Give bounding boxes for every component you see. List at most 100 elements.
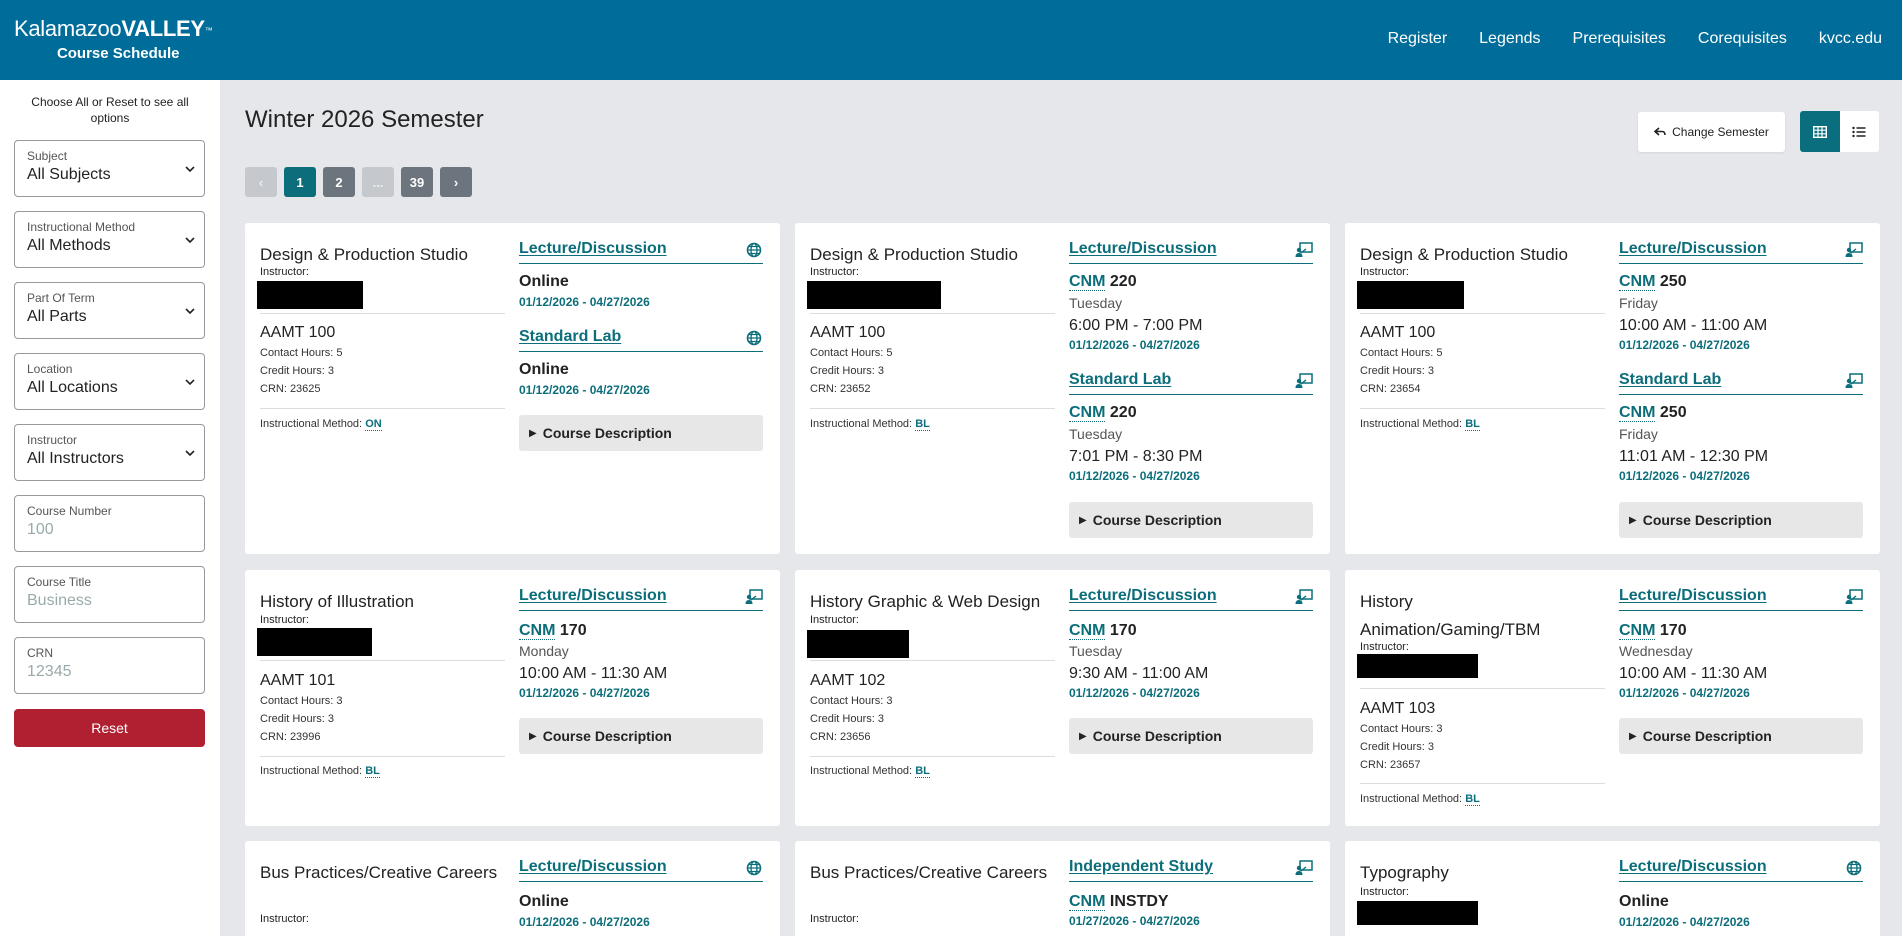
method-label: Instructional Method: [810,418,913,430]
section-header: Standard Lab [1069,371,1313,395]
crn: CRN: 23656 [810,731,871,743]
method-code-link[interactable]: BL [365,765,380,778]
cnm-abbr[interactable]: CNM [1619,273,1656,291]
course-description-toggle[interactable]: ▶ Course Description [519,718,763,754]
nav-prerequisites-link[interactable]: Prerequisites [1573,30,1666,48]
instructional-method: Instructional Method: ON [260,418,382,431]
course-title: Bus Practices/Creative Careers [260,863,498,882]
method-code-link[interactable]: ON [365,418,382,431]
course-description-toggle[interactable]: ▶ Course Description [1619,718,1863,754]
meeting-time: 11:01 AM - 12:30 PM [1619,448,1769,465]
meeting-time: 10:00 AM - 11:00 AM [1619,317,1768,334]
nav-corequisites-link[interactable]: Corequisites [1698,30,1787,48]
nav-legends-link[interactable]: Legends [1479,30,1540,48]
room-number: 170 [559,622,587,639]
method-value: All Methods [27,237,111,254]
instructor-label: Instructor: [810,614,859,626]
divider [1360,408,1605,409]
crn-field[interactable]: CRN 12345 [14,637,205,694]
course-description-toggle[interactable]: ▶ Course Description [1619,502,1863,538]
method-select[interactable]: Instructional Method All Methods [14,211,205,268]
cnm-abbr[interactable]: CNM [1619,622,1656,640]
page-2-button[interactable]: 2 [323,167,355,197]
instructor-label: Instructor [27,433,78,447]
course-card: Typography Instructor: Lecture/Discussio… [1345,841,1880,936]
view-toggle [1800,111,1879,152]
method-code-link[interactable]: BL [915,418,930,431]
section-type-link[interactable]: Standard Lab [1069,371,1171,389]
cnm-abbr[interactable]: CNM [1069,404,1106,422]
course-description-toggle[interactable]: ▶ Course Description [519,415,763,451]
cnm-abbr[interactable]: CNM [1619,404,1656,422]
page-title: Winter 2026 Semester [245,106,484,133]
section-header: Independent Study [1069,858,1313,882]
instructional-method: Instructional Method: BL [1360,793,1480,806]
part-of-term-select[interactable]: Part Of Term All Parts [14,282,205,339]
course-description-toggle[interactable]: ▶ Course Description [1069,502,1313,538]
redacted-instructor [807,630,909,658]
course-title: Bus Practices/Creative Careers [810,863,1048,882]
section-type-link[interactable]: Lecture/Discussion [1619,858,1767,876]
method-code-link[interactable]: BL [1465,793,1480,806]
section-type-link[interactable]: Lecture/Discussion [1619,587,1767,605]
section-dates: 01/27/2026 - 04/27/2026 [1069,914,1200,928]
subject-value: All Subjects [27,166,111,183]
nav-kvcc-link[interactable]: kvcc.edu [1819,30,1882,48]
list-view-button[interactable] [1840,111,1880,152]
course-title-field[interactable]: Course Title Business [14,566,205,623]
method-label: Instructional Method: [260,765,363,777]
divider [260,313,505,314]
course-title: Design & Production Studio [1360,245,1568,264]
section-type-link[interactable]: Lecture/Discussion [1069,587,1217,605]
caret-right-icon: ▶ [1079,514,1087,526]
section-type-link[interactable]: Lecture/Discussion [519,858,667,876]
kvcc-logo[interactable]: KalamazooVALLEY™ Course Schedule [14,16,213,62]
room-number: 170 [1109,622,1137,639]
method-label: Instructional Method: [1360,793,1463,805]
cnm-abbr[interactable]: CNM [1069,622,1106,640]
next-page-button[interactable]: › [440,167,472,197]
course-number-field[interactable]: Course Number 100 [14,495,205,552]
course-description-toggle[interactable]: ▶ Course Description [1069,718,1313,754]
change-semester-button[interactable]: Change Semester [1638,112,1785,152]
prev-page-button[interactable]: ‹ [245,167,277,197]
redacted-instructor [257,628,372,656]
globe-icon [1846,860,1862,876]
method-code-link[interactable]: BL [915,765,930,778]
crn: CRN: 23625 [260,383,321,395]
grid-view-button[interactable] [1800,111,1840,152]
page-1-button[interactable]: 1 [284,167,316,197]
contact-hours: Contact Hours: 5 [1360,347,1443,359]
cnm-abbr[interactable]: CNM [1069,273,1106,291]
section-type-link[interactable]: Independent Study [1069,858,1213,876]
page-39-button[interactable]: 39 [401,167,433,197]
meeting-time: 10:00 AM - 11:30 AM [1619,665,1768,682]
contact-hours: Contact Hours: 5 [260,347,343,359]
room-number: 220 [1109,404,1137,421]
section-type-link[interactable]: Lecture/Discussion [519,240,667,258]
cnm-abbr[interactable]: CNM [1069,893,1106,911]
meeting-day: Tuesday [1069,295,1123,311]
section-type-link[interactable]: Lecture/Discussion [1619,240,1767,258]
nav-register-link[interactable]: Register [1388,30,1448,48]
method-label: Instructional Method [27,220,136,234]
subject-label: Subject [27,149,68,163]
caret-right-icon: ▶ [1079,730,1087,742]
section-type-link[interactable]: Standard Lab [519,328,621,346]
course-title: History of Illustration [260,592,414,611]
section-type-link[interactable]: Lecture/Discussion [519,587,667,605]
reset-button[interactable]: Reset [14,709,205,747]
globe-icon [746,860,762,876]
section-header: Lecture/Discussion [1069,587,1313,611]
cnm-abbr[interactable]: CNM [519,622,556,640]
section-type-link[interactable]: Lecture/Discussion [1069,240,1217,258]
course-number-label: Course Number [27,504,112,518]
subject-select[interactable]: Subject All Subjects [14,140,205,197]
instructor-select[interactable]: Instructor All Instructors [14,424,205,481]
location-online: Online [1619,893,1669,910]
redacted-instructor [257,281,363,309]
section-type-link[interactable]: Standard Lab [1619,371,1721,389]
method-code-link[interactable]: BL [1465,418,1480,431]
location-select[interactable]: Location All Locations [14,353,205,410]
credit-hours: Credit Hours: 3 [260,713,334,725]
